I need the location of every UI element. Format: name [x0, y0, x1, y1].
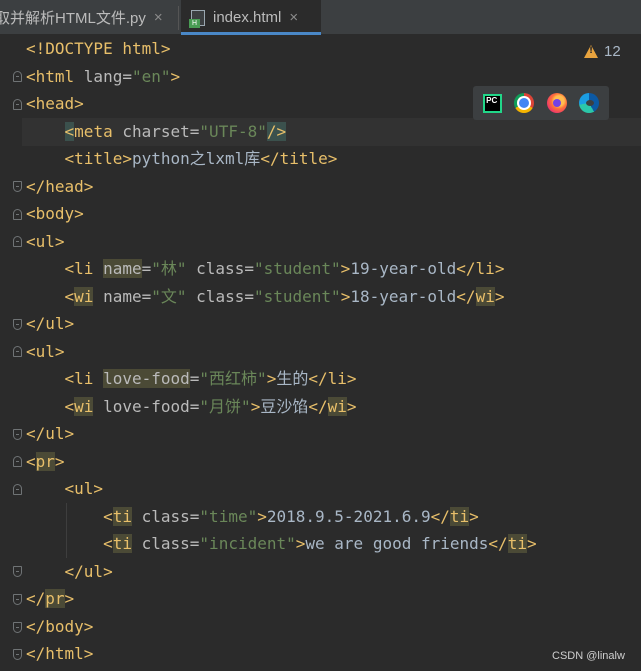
pycharm-icon[interactable]: PC: [483, 93, 503, 113]
code-line-10: <wi name="文" class="student">18-year-old…: [26, 286, 505, 306]
tab-index-html[interactable]: H index.html ×: [181, 0, 321, 35]
warning-icon: [584, 45, 598, 58]
fold-icon[interactable]: [13, 319, 22, 330]
code-line-9: <li name="林" class="student">19-year-old…: [26, 259, 505, 278]
code-line-23: </html>: [26, 644, 94, 663]
code-line-6: </head>: [26, 176, 94, 196]
fold-icon[interactable]: [13, 99, 22, 110]
code-line-20: </ul>: [26, 561, 113, 581]
fold-icon[interactable]: [13, 71, 22, 82]
pycharm-icon-text: PC: [486, 95, 498, 105]
tab-divider: [178, 6, 179, 30]
code-line-3: <head>: [26, 94, 84, 113]
tab-label: index.html: [213, 9, 282, 26]
code-line-4: <meta charset="UTF-8"/>: [64, 121, 287, 141]
tab-parse-html-py[interactable]: 取并解析HTML文件.py ×: [0, 0, 176, 35]
code-line-21: </pr>: [26, 589, 75, 608]
tab-label: 取并解析HTML文件.py: [0, 10, 146, 27]
warning-count: 12: [604, 43, 621, 60]
code-line-19: <ti class="incident">we are good friends…: [26, 534, 537, 553]
code-line-16: <pr>: [26, 451, 65, 471]
code-line-13: <li love-food="西红柿">生的</li>: [26, 369, 357, 388]
fold-icon[interactable]: [13, 346, 22, 357]
code-line-1: <!DOCTYPE html>: [26, 39, 171, 58]
close-icon[interactable]: ×: [289, 9, 298, 26]
fold-icon[interactable]: [13, 181, 22, 192]
html-file-icon: H: [189, 9, 205, 28]
fold-icon[interactable]: [13, 622, 22, 633]
fold-icon[interactable]: [13, 484, 22, 495]
close-icon[interactable]: ×: [154, 9, 163, 26]
code-line-8: <ul>: [26, 231, 65, 251]
fold-icon[interactable]: [13, 649, 22, 660]
code-line-14: <wi love-food="月饼">豆沙馅</wi>: [26, 396, 357, 416]
code-line-11: </ul>: [26, 314, 75, 333]
fold-icon[interactable]: [13, 429, 22, 440]
editor-gutter: [0, 35, 22, 671]
fold-icon[interactable]: [13, 209, 22, 220]
code-line-22: </body>: [26, 616, 94, 636]
code-line-2: <html lang="en">: [26, 66, 181, 86]
html-file-icon-letter: H: [189, 18, 200, 28]
firefox-icon[interactable]: [546, 93, 567, 113]
inspection-widget[interactable]: 12: [584, 43, 621, 60]
code-line-7: <body>: [26, 204, 84, 223]
code-line-12: <ul>: [26, 341, 65, 361]
editor-tab-bar: 取并解析HTML文件.py × H index.html ×: [0, 0, 641, 35]
code-line-17: <ul>: [26, 479, 104, 498]
fold-icon[interactable]: [13, 566, 22, 577]
browser-preview-toolbar: PC: [473, 86, 609, 120]
fold-icon[interactable]: [13, 456, 22, 467]
fold-icon[interactable]: [13, 236, 22, 247]
code-line-18: <ti class="time">2018.9.5-2021.6.9</ti>: [26, 506, 479, 526]
watermark: CSDN @linalw: [552, 650, 625, 662]
code-line-5: <title>python之lxml库</title>: [26, 149, 338, 168]
fold-icon[interactable]: [13, 594, 22, 605]
edge-icon[interactable]: [578, 93, 599, 113]
chrome-icon[interactable]: [514, 93, 535, 113]
code-line-15: </ul>: [26, 424, 75, 443]
